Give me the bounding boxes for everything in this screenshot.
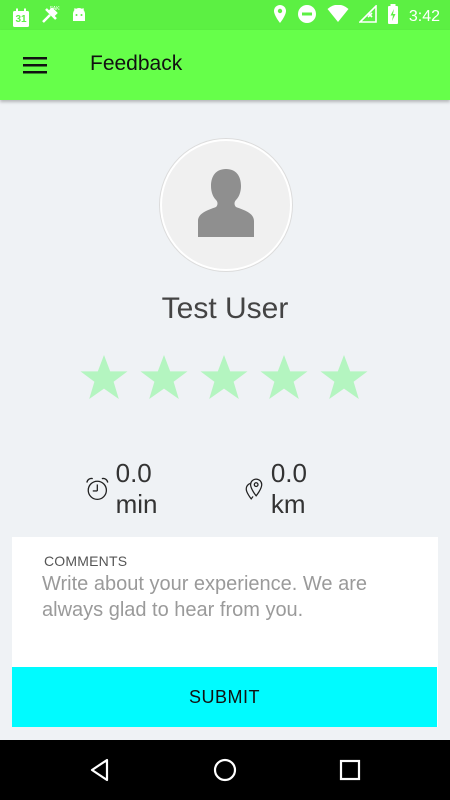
comments-input[interactable] [42,571,422,661]
distance-value: 0.0 km [270,458,307,519]
back-icon[interactable] [85,755,115,785]
person-silhouette-icon [198,169,254,237]
star-icon[interactable] [259,353,309,403]
alarm-clock-icon [86,477,109,501]
wifi-icon [327,4,349,28]
home-icon[interactable] [210,755,240,785]
location-pins-icon [245,478,263,500]
duration-stat: 0.0 min [85,458,171,520]
navigation-bar [0,740,450,800]
fake-gps-icon: FAKE [40,5,63,30]
avatar [160,139,292,271]
duration-value: 0.0 min [115,458,158,519]
android-icon [70,6,88,29]
rating-stars[interactable] [79,353,369,403]
recents-icon[interactable] [335,755,365,785]
notification-icons: 31 FAKE [12,5,88,30]
location-icon [273,4,287,29]
battery-charging-icon [387,4,399,29]
star-icon[interactable] [79,353,129,403]
system-icons: 3:42 [273,4,440,29]
svg-text:FAKE: FAKE [50,6,60,12]
submit-button[interactable]: SUBMIT [12,667,437,727]
status-time: 3:42 [408,7,440,25]
calendar-icon: 31 [12,8,30,28]
star-icon[interactable] [199,353,249,403]
status-bar: 31 FAKE 3:42 [0,0,450,30]
do-not-disturb-icon [297,4,317,29]
star-icon[interactable] [139,353,189,403]
calendar-day: 31 [15,13,27,25]
app-bar: Feedback [0,30,450,100]
page-title: Feedback [90,52,183,75]
comments-label: COMMENTS [44,553,128,569]
no-signal-icon [357,4,377,28]
hamburger-menu-icon[interactable] [18,50,52,80]
star-icon[interactable] [319,353,369,403]
distance-stat: 0.0 km [245,458,319,520]
user-name: Test User [161,292,289,325]
